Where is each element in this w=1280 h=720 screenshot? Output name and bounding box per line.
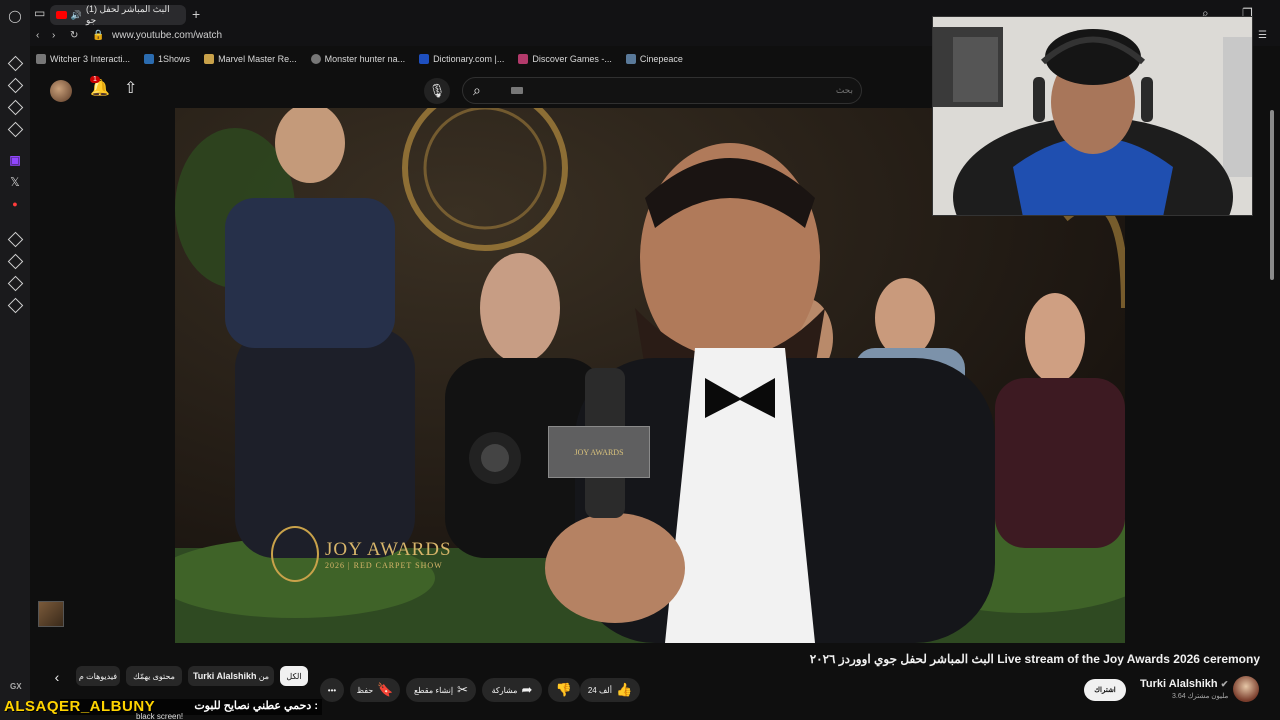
share-icon: ➦ (521, 682, 533, 697)
voice-search-mic-icon[interactable]: 🎙 (424, 78, 450, 104)
bookmark-favicon-icon (625, 54, 636, 64)
microphone-flag: JOY AWARDS (548, 426, 650, 478)
video-title: البث المباشر لحفل جوي اووردز ٢٠٢٦ Live s… (809, 652, 1260, 666)
sidebar-app-icon[interactable] (7, 231, 24, 248)
create-upload-icon[interactable]: ⇧ (124, 78, 137, 98)
gx-label: GX (10, 682, 22, 691)
joy-awards-text: JOY AWARDS (325, 538, 452, 560)
thumbs-up-icon: 👍 (615, 682, 633, 697)
sidebar-app-icon[interactable] (7, 77, 24, 94)
joy-awards-emblem-icon (271, 526, 319, 582)
x-icon[interactable]: 𝕏 (7, 174, 23, 190)
menu-icon[interactable]: ☰ (1258, 30, 1267, 41)
url-text[interactable]: www.youtube.com/watch (112, 30, 222, 41)
keyboard-icon[interactable] (511, 87, 523, 94)
account-avatar[interactable] (50, 80, 72, 102)
page-scrollbar[interactable] (1268, 110, 1276, 630)
tab-title: (1) البث المباشر لحفل جو (85, 4, 170, 25)
scissors-icon: ✂ (457, 682, 469, 697)
clip-button[interactable]: إنشاء مقطع ✂ (406, 678, 476, 702)
share-button[interactable]: مشاركة ➦ (482, 678, 542, 702)
youtube-favicon-icon (56, 11, 67, 19)
more-actions-button[interactable]: ••• (320, 678, 344, 702)
new-tab-button[interactable]: + (192, 6, 200, 22)
search-box: ⌕ (462, 77, 862, 104)
notifications-bell-icon[interactable]: 🔔 1 (90, 76, 110, 98)
chat-overlay-subtext: black screen! (136, 712, 184, 720)
sidebar-app-icon[interactable] (7, 55, 24, 72)
bookmark-item[interactable]: Discover Games -... (518, 54, 612, 64)
notification-badge: 1 (90, 76, 100, 83)
search-input[interactable] (533, 82, 853, 100)
more-icon: ••• (327, 685, 337, 695)
bookmark-item[interactable]: Cinepeace (625, 54, 683, 64)
joy-awards-subtext: 2026 | RED CARPET SHOW (325, 560, 443, 570)
forward-icon[interactable]: › (52, 30, 55, 41)
bookmark-item[interactable]: Marvel Master Re... (204, 54, 297, 64)
subscribe-button[interactable]: اشتراك (1084, 679, 1126, 701)
verified-check-icon: ✔ (1220, 679, 1229, 689)
bookmark-favicon-icon (36, 54, 46, 64)
back-icon[interactable]: ‹ (36, 30, 39, 41)
joy-awards-logo: JOY AWARDS 2026 | RED CARPET SHOW (271, 526, 452, 582)
bookmark-favicon-icon (204, 54, 215, 64)
sidebar-app-icon[interactable] (7, 99, 24, 116)
sidebar-app-icon[interactable] (7, 275, 24, 292)
record-icon[interactable]: ● (7, 196, 23, 212)
bookmark-item[interactable]: Witcher 3 Interacti... (36, 54, 130, 64)
screen: ◯ ▣ 𝕏 ● GX ▭ 🔊 (1) البث المباشر لحفل جو … (0, 0, 1280, 720)
bookmark-item[interactable]: Dictionary.com |... (419, 54, 504, 64)
sidebar-app-icon[interactable] (7, 297, 24, 314)
lock-icon: 🔒 (92, 30, 105, 41)
bookmarks-bar: Witcher 3 Interacti... 1Shows Marvel Mas… (30, 48, 930, 70)
browser-sidebar: ◯ ▣ 𝕏 ● GX (0, 0, 30, 720)
chip-from-channel[interactable]: Turki Alalshikh من (188, 666, 274, 686)
chips-prev-chevron-icon[interactable]: ‹ (46, 666, 68, 688)
tab-youtube[interactable]: 🔊 (1) البث المباشر لحفل جو + (50, 4, 200, 25)
speaker-icon[interactable]: 🔊 (71, 10, 82, 21)
scrollbar-thumb[interactable] (1270, 110, 1274, 280)
chip-videos[interactable]: فيديوهات م (76, 666, 120, 686)
bookmark-favicon-icon (419, 54, 430, 64)
thumbs-down-icon: 👎 (555, 682, 573, 697)
webcam-overlay (932, 16, 1253, 216)
bookmark-icon: 🔖 (377, 682, 394, 697)
chat-overlay-username: ALSAQER_ALBUNY (4, 698, 156, 715)
subscriber-count: 3.64 مليون مشترك (1172, 693, 1229, 700)
bookmark-item[interactable]: 1Shows (144, 54, 190, 64)
chip-related[interactable]: محتوى يهمّك (126, 666, 182, 686)
channel-name[interactable]: Turki Alalshikh ✔ (1140, 678, 1228, 690)
tabs-menu-icon[interactable]: ▭ (34, 6, 45, 20)
opera-logo-icon[interactable]: ◯ (7, 8, 23, 24)
like-button[interactable]: 24 ألف 👍 (580, 678, 640, 702)
bookmark-favicon-icon (518, 54, 529, 64)
sidebar-app-icon[interactable] (7, 253, 24, 270)
twitch-icon[interactable]: ▣ (7, 152, 23, 168)
bookmark-favicon-icon (310, 54, 321, 64)
webcam-illustration (933, 17, 1252, 215)
save-button[interactable]: حفظ 🔖 (350, 678, 400, 702)
dislike-button[interactable]: 👎 (548, 678, 580, 702)
bookmark-favicon-icon (144, 54, 155, 64)
chip-all[interactable]: الكل (280, 666, 308, 686)
reload-icon[interactable]: ↻ (70, 30, 78, 41)
channel-avatar[interactable] (1233, 676, 1259, 702)
sidebar-app-icon[interactable] (7, 121, 24, 138)
search-icon[interactable]: ⌕ (473, 82, 481, 99)
bookmark-item[interactable]: Monster hunter na... (310, 54, 405, 64)
mini-thumbnail[interactable] (38, 601, 64, 627)
